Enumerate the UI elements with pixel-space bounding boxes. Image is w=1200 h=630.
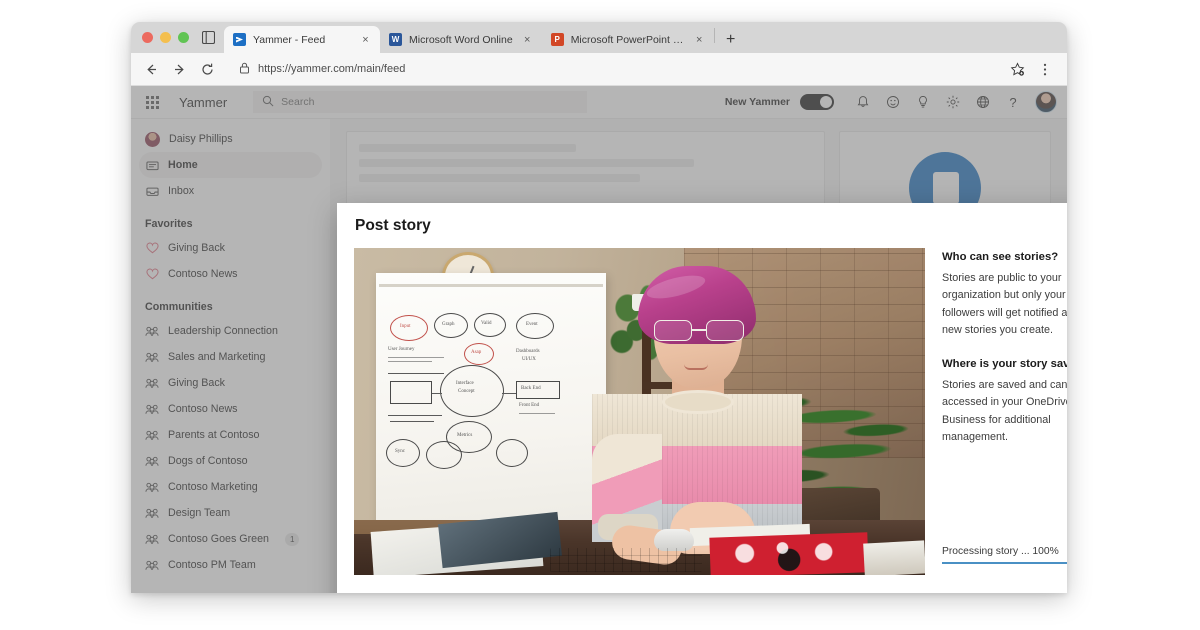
processing-progress: Processing story ... 100% (942, 546, 1067, 577)
minimize-window-button[interactable] (160, 32, 171, 43)
browser-tab-powerpoint[interactable]: Microsoft PowerPoint Online × (542, 26, 714, 53)
progress-fill (942, 562, 1067, 564)
flipchart-decoration: Input Graph Valid Event Asap User Journ (376, 273, 606, 543)
tab-close-button[interactable]: × (692, 32, 707, 47)
browser-address-bar: https://yammer.com/main/feed (131, 53, 1067, 86)
progress-label: Processing story ... 100% (942, 546, 1067, 557)
tab-separator (714, 28, 715, 43)
dialog-footer: Back Delete Post (337, 577, 1067, 593)
new-tab-button[interactable]: + (718, 26, 744, 53)
browser-tab-word[interactable]: Microsoft Word Online × (380, 26, 542, 53)
url-text: https://yammer.com/main/feed (258, 63, 405, 75)
tab-title: Microsoft PowerPoint Online (571, 34, 685, 46)
forward-icon[interactable] (167, 57, 192, 82)
close-window-button[interactable] (142, 32, 153, 43)
maximize-window-button[interactable] (178, 32, 189, 43)
more-options-icon[interactable] (1032, 57, 1057, 82)
info-body-storage: Stories are saved and can be accessed in… (942, 377, 1067, 447)
tab-close-button[interactable]: × (520, 32, 535, 47)
post-story-dialog: Post story (337, 203, 1067, 593)
story-info-panel: Who can see stories? Stories are public … (942, 248, 1067, 577)
browser-window: Yammer - Feed × Microsoft Word Online × … (131, 22, 1067, 593)
info-heading-visibility: Who can see stories? (942, 251, 1067, 263)
progress-track (942, 562, 1067, 564)
sidebar-toggle-icon[interactable] (197, 22, 219, 53)
tab-title: Yammer - Feed (253, 34, 351, 46)
yammer-icon (233, 33, 246, 46)
add-favorite-icon[interactable] (1005, 57, 1030, 82)
tab-close-button[interactable]: × (358, 32, 373, 47)
page-title: Post story (355, 217, 431, 235)
yammer-app: Yammer Search New Yammer (131, 86, 1067, 593)
word-icon (389, 33, 402, 46)
info-heading-storage: Where is your story saved? (942, 358, 1067, 370)
powerpoint-icon (551, 33, 564, 46)
reload-icon[interactable] (195, 57, 220, 82)
url-bar[interactable]: https://yammer.com/main/feed (229, 57, 1002, 81)
story-photo-preview[interactable]: Input Graph Valid Event Asap User Journ (354, 248, 925, 575)
tab-title: Microsoft Word Online (409, 34, 513, 46)
browser-tab-strip: Yammer - Feed × Microsoft Word Online × … (131, 22, 1067, 53)
address-bar-actions (1005, 57, 1057, 82)
page-root: Yammer - Feed × Microsoft Word Online × … (0, 0, 1200, 630)
info-body-visibility: Stories are public to your organization … (942, 270, 1067, 340)
browser-tab-yammer[interactable]: Yammer - Feed × (224, 26, 380, 53)
lock-icon (239, 62, 250, 77)
dialog-body: Input Graph Valid Event Asap User Journ (337, 248, 1067, 577)
window-controls (138, 22, 197, 53)
dialog-header: Post story (337, 203, 1067, 248)
eyeglasses (652, 320, 746, 341)
back-icon[interactable] (139, 57, 164, 82)
